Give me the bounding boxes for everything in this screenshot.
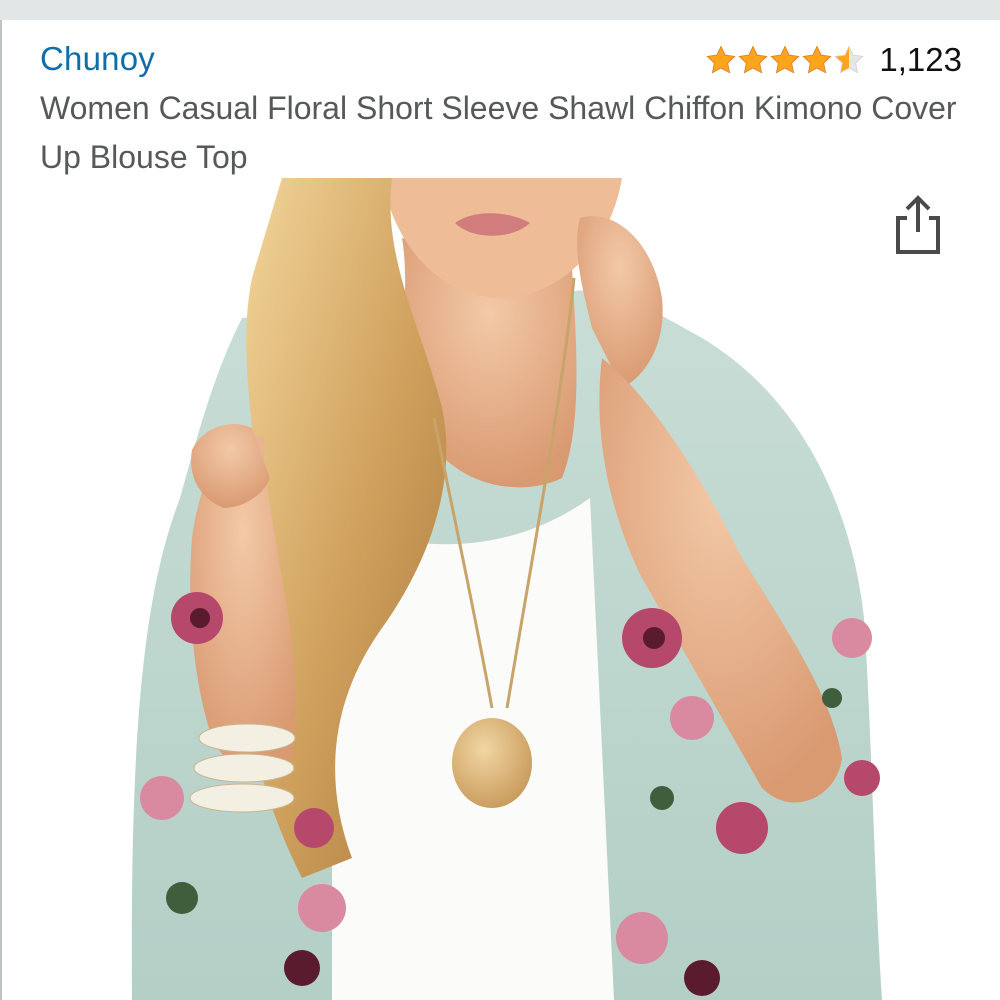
- product-image[interactable]: [2, 178, 1000, 1000]
- product-title: Women Casual Floral Short Sleeve Shawl C…: [40, 90, 957, 175]
- top-divider: [0, 0, 1000, 20]
- review-count[interactable]: 1,123: [879, 41, 962, 79]
- star-full-icon: [769, 44, 801, 76]
- star-full-icon: [801, 44, 833, 76]
- brand-link[interactable]: Chunoy: [40, 40, 155, 78]
- star-full-icon: [737, 44, 769, 76]
- share-button[interactable]: [890, 192, 946, 256]
- rating-summary[interactable]: 1,123: [705, 38, 962, 82]
- product-page: Chunoy 1,123 Women Casual Floral Short S…: [0, 0, 1000, 1000]
- star-half-icon: [833, 44, 865, 76]
- product-photo-illustration: [2, 178, 1000, 1000]
- star-full-icon: [705, 44, 737, 76]
- star-rating[interactable]: [705, 44, 865, 76]
- share-icon: [896, 195, 940, 254]
